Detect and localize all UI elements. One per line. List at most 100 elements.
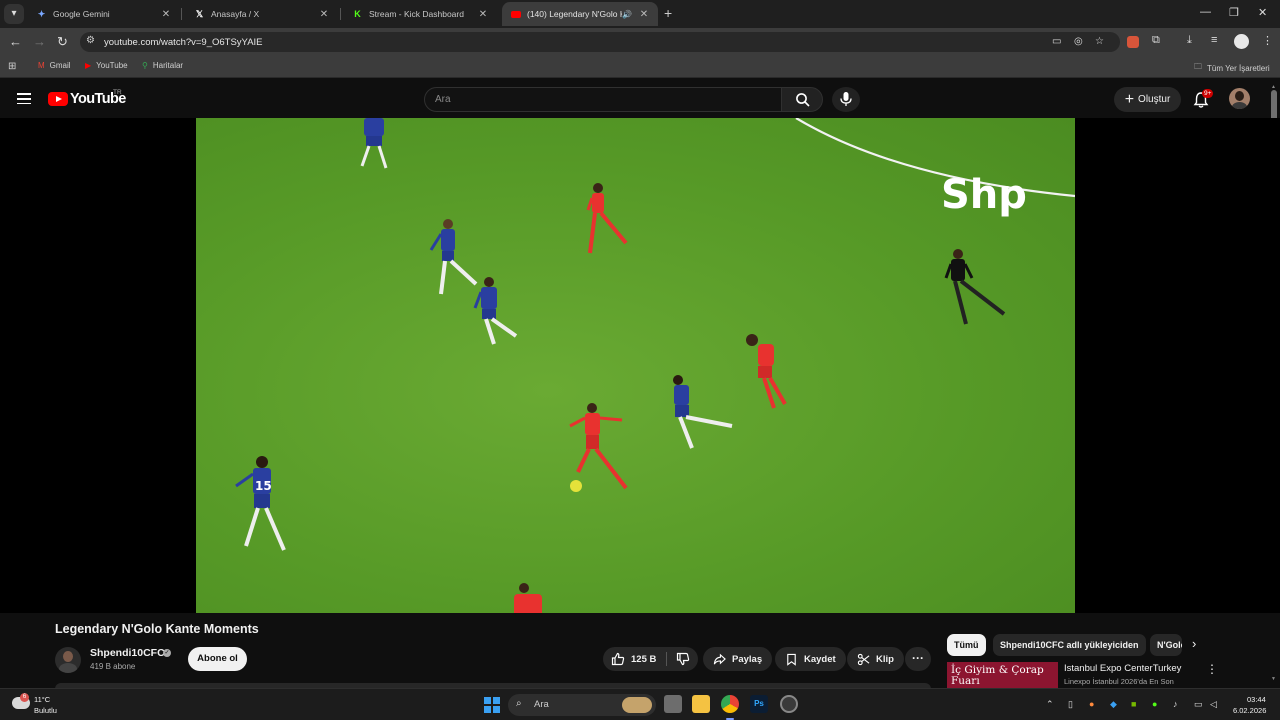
ad-title[interactable]: Istanbul Expo CenterTurkey xyxy=(1064,663,1181,674)
chip-from-uploader[interactable]: Shpendi10CFC adlı yükleyiciden xyxy=(993,634,1146,656)
weather-description: Bulutlu xyxy=(34,706,57,715)
tab-separator xyxy=(340,8,341,20)
eye-off-icon[interactable]: ◎ xyxy=(1074,36,1083,47)
search-input[interactable]: Ara xyxy=(424,87,782,112)
speaker-icon[interactable]: 🔊 xyxy=(622,10,632,19)
folder-icon: 🗀 xyxy=(1194,62,1202,71)
clip-label: Klip xyxy=(876,653,894,665)
video-frame[interactable]: Shp 15 xyxy=(196,118,1075,613)
file-explorer-icon[interactable] xyxy=(692,695,710,713)
chrome-icon[interactable] xyxy=(721,695,739,713)
dislike-button[interactable] xyxy=(669,647,697,671)
taskbar-search[interactable]: ⌕ Ara xyxy=(508,694,656,716)
tab-x[interactable]: 𝕏 Anasayfa / X ✕ xyxy=(186,2,338,26)
nvidia-icon[interactable]: ■ xyxy=(1131,699,1136,709)
back-icon[interactable]: ← xyxy=(9,34,22,49)
referee xyxy=(944,249,1006,325)
search-button[interactable] xyxy=(781,87,823,112)
windows-start-icon[interactable] xyxy=(484,697,500,713)
apps-grid-icon[interactable]: ⊞ xyxy=(8,61,16,72)
tray-overflow-icon[interactable]: ⌃ xyxy=(1046,699,1054,710)
search-icon xyxy=(796,93,810,107)
photoshop-icon[interactable]: Ps xyxy=(750,695,768,713)
extensions-puzzle-icon[interactable]: ⧉ xyxy=(1152,34,1160,47)
create-label: Oluştur xyxy=(1138,94,1171,105)
task-view-icon[interactable] xyxy=(664,695,682,713)
kebab-menu-icon[interactable]: ⋮ xyxy=(1262,34,1273,47)
close-tab-icon[interactable]: ✕ xyxy=(318,9,330,20)
bookmark-star-icon[interactable]: ☆ xyxy=(1095,36,1104,47)
minimize-icon[interactable]: — xyxy=(1200,6,1211,18)
tray-app-icon[interactable]: ● xyxy=(1089,699,1094,709)
ad-thumbnail[interactable]: İç Giyim & Çorap Fuarı xyxy=(947,662,1058,688)
forward-icon[interactable]: → xyxy=(33,34,46,49)
bookmark-youtube[interactable]: ▶ YouTube xyxy=(85,61,128,70)
close-tab-icon[interactable]: ✕ xyxy=(638,9,650,20)
create-button[interactable]: + Oluştur xyxy=(1114,87,1181,112)
bookmark-label: Haritalar xyxy=(152,61,184,70)
extension-icon[interactable] xyxy=(1127,36,1139,48)
tray-app-icon[interactable]: ◆ xyxy=(1110,699,1117,710)
address-bar[interactable]: ⚙ youtube.com/watch?v=9_O6TSyYAIE ▭ ◎ ☆ xyxy=(80,32,1120,52)
subscribe-button[interactable]: Abone ol xyxy=(188,647,247,671)
video-player[interactable]: Shp 15 xyxy=(0,118,1280,712)
like-button[interactable]: 125 B xyxy=(603,647,663,671)
usb-icon[interactable]: ▯ xyxy=(1068,699,1073,710)
reload-icon[interactable]: ↻ xyxy=(57,34,68,50)
scroll-down-arrow-icon[interactable]: ▼ xyxy=(1271,676,1276,682)
clip-button[interactable]: Klip xyxy=(847,647,904,671)
search-highlight-image xyxy=(622,697,652,713)
channel-avatar[interactable] xyxy=(55,647,81,673)
more-actions-icon[interactable]: ··· xyxy=(905,647,931,671)
tab-search-button[interactable]: ▾ xyxy=(4,4,24,24)
ad-menu-icon[interactable]: ⋮ xyxy=(1206,662,1218,676)
youtube-logo-icon[interactable] xyxy=(48,92,68,106)
tab-kick-dashboard[interactable]: K Stream - Kick Dashboard ✕ xyxy=(344,2,497,26)
kick-icon: K xyxy=(354,9,361,19)
save-label: Kaydet xyxy=(804,653,836,665)
country-code: TR xyxy=(113,89,122,96)
player-red xyxy=(514,583,542,613)
steam-icon[interactable] xyxy=(780,695,798,713)
weather-badge: 6 xyxy=(20,693,29,702)
football-pitch-scene: Shp 15 xyxy=(235,118,1075,613)
weather-temperature[interactable]: 11°C xyxy=(34,695,50,704)
clock-time[interactable]: 03:44 xyxy=(1247,695,1266,704)
account-avatar[interactable] xyxy=(1229,88,1250,109)
clock-date[interactable]: 6.02.2026 xyxy=(1233,706,1266,715)
chip-all[interactable]: Tümü xyxy=(947,634,986,656)
reading-list-icon[interactable]: ≡ xyxy=(1211,34,1217,46)
close-tab-icon[interactable]: ✕ xyxy=(477,9,489,20)
volume-icon[interactable]: ◁ xyxy=(1210,699,1217,710)
network-icon[interactable]: ▭ xyxy=(1194,699,1203,710)
download-icon[interactable]: ⤓ xyxy=(1187,34,1192,47)
hamburger-menu-icon[interactable] xyxy=(17,93,31,105)
close-window-icon[interactable]: ✕ xyxy=(1258,6,1267,19)
microphone-icon[interactable]: ♪ xyxy=(1173,699,1178,709)
pitch-line xyxy=(795,118,1075,198)
tray-app-icon[interactable]: ● xyxy=(1152,699,1157,709)
share-button[interactable]: Paylaş xyxy=(703,647,773,671)
channel-name[interactable]: Shpendi10CFC xyxy=(90,647,165,659)
cast-icon[interactable]: ▭ xyxy=(1052,36,1061,47)
notification-badge: 9+ xyxy=(1202,89,1214,98)
all-bookmarks[interactable]: 🗀 Tüm Yer İşaretleri xyxy=(1194,61,1270,75)
tab-title: Stream - Kick Dashboard xyxy=(369,9,464,19)
bookmark-gmail[interactable]: M Gmail xyxy=(38,61,71,70)
site-info-icon[interactable]: ⚙ xyxy=(86,35,95,46)
chip-ngolo[interactable]: N'Golo xyxy=(1150,634,1182,656)
tab-separator xyxy=(181,8,182,20)
save-button[interactable]: Kaydet xyxy=(775,647,846,671)
close-tab-icon[interactable]: ✕ xyxy=(160,9,172,20)
player-kante xyxy=(673,375,733,449)
new-tab-button[interactable]: + xyxy=(664,5,672,21)
video-title: Legendary N'Golo Kante Moments xyxy=(55,622,259,636)
tab-youtube-video[interactable]: (140) Legendary N'Golo Kante 🔊 ✕ xyxy=(502,2,658,26)
player-blue xyxy=(360,118,388,169)
restore-icon[interactable]: ❐ xyxy=(1229,6,1239,19)
chevron-right-icon[interactable]: › xyxy=(1192,636,1196,651)
bookmark-maps[interactable]: ⚲ Haritalar xyxy=(142,61,183,70)
tab-google-gemini[interactable]: ✦ Google Gemini ✕ xyxy=(28,2,180,26)
voice-search-button[interactable] xyxy=(832,87,860,112)
profile-avatar[interactable] xyxy=(1234,34,1249,49)
